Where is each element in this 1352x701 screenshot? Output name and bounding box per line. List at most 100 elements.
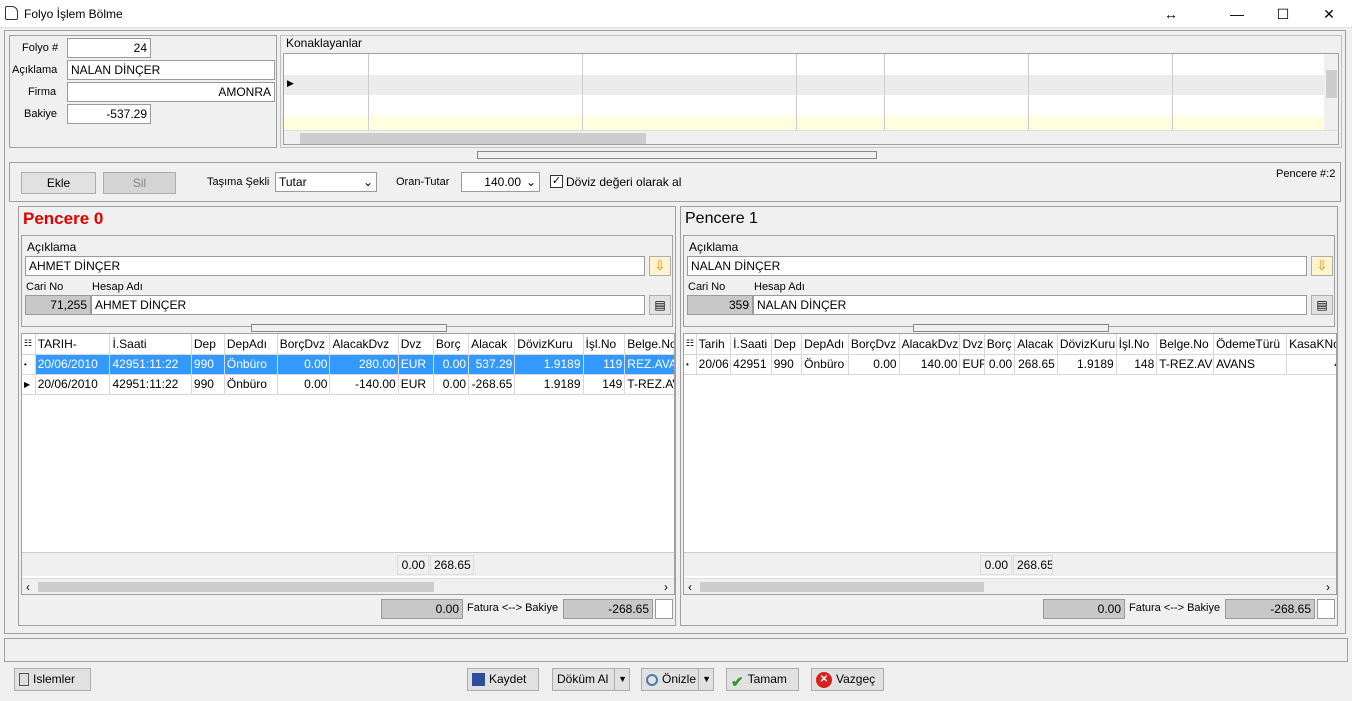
column-header[interactable]: İşl.No xyxy=(583,334,626,355)
sil-button[interactable]: Sil xyxy=(103,172,176,194)
right-aciklama-field[interactable]: NALAN DİNÇER xyxy=(687,256,1307,276)
minimize-button[interactable]: — xyxy=(1214,0,1260,28)
column-header[interactable]: DepAdı xyxy=(224,334,278,355)
left-hesap-field[interactable]: AHMET DİNÇER xyxy=(91,295,645,315)
table-cell[interactable]: 990 xyxy=(191,374,225,395)
doviz-checkbox[interactable]: ✓ xyxy=(550,175,563,188)
left-carino-field[interactable]: 71,255 xyxy=(25,295,91,315)
column-header[interactable]: Dep xyxy=(771,334,803,355)
column-header[interactable]: DepAdı xyxy=(801,334,849,355)
column-header[interactable]: Tarih xyxy=(696,334,732,355)
oran-select[interactable]: 140.00 ⌄ xyxy=(461,172,540,192)
table-cell[interactable]: 268.65 xyxy=(1014,354,1058,375)
column-header[interactable]: Dvz xyxy=(398,334,434,355)
bakiye-field[interactable]: -537.29 xyxy=(67,104,151,124)
vazgec-button[interactable]: ✕ Vazgeç xyxy=(811,668,884,691)
table-row[interactable]: •20/0642951990Önbüro0.00140.00EUR0.00268… xyxy=(684,354,1336,375)
table-cell[interactable]: 0.00 xyxy=(433,374,470,395)
folyo-field[interactable]: 24 xyxy=(67,38,151,58)
table-cell[interactable]: 0.00 xyxy=(433,354,470,375)
close-button[interactable]: ✕ xyxy=(1306,0,1352,28)
table-cell[interactable]: 1.9189 xyxy=(1057,354,1117,375)
right-carino-field[interactable]: 359 xyxy=(687,295,753,315)
column-header[interactable]: ÖdemeTürü xyxy=(1213,334,1288,355)
table-cell[interactable]: 42951:11:22 xyxy=(109,374,192,395)
chevron-right-icon[interactable]: › xyxy=(1326,580,1330,594)
left-aciklama-field[interactable]: AHMET DİNÇER xyxy=(25,256,645,276)
column-header[interactable]: BorçDvz xyxy=(277,334,331,355)
table-cell[interactable]: EUR xyxy=(959,354,985,375)
table-cell[interactable]: 1.9189 xyxy=(514,374,584,395)
table-cell[interactable]: EUR xyxy=(398,374,434,395)
column-header[interactable]: DövizKuru xyxy=(514,334,584,355)
right-splitter[interactable] xyxy=(913,324,1109,332)
column-header[interactable]: İ.Saati xyxy=(109,334,192,355)
column-header[interactable]: TARIH- xyxy=(35,334,111,355)
table-cell[interactable]: 42951:11:22 xyxy=(109,354,192,375)
right-lookup-icon[interactable]: ▤ xyxy=(1311,295,1333,315)
chevron-left-icon[interactable]: ‹ xyxy=(688,580,692,594)
table-cell[interactable]: 119 xyxy=(583,354,626,375)
table-cell[interactable]: 990 xyxy=(191,354,225,375)
column-header[interactable]: Borç xyxy=(984,334,1016,355)
tasima-select[interactable]: Tutar ⌄ xyxy=(275,172,377,192)
table-cell[interactable]: 42951 xyxy=(730,354,772,375)
column-header[interactable]: Dep xyxy=(191,334,225,355)
column-header[interactable]: AlacakDvz xyxy=(329,334,399,355)
column-header[interactable]: AlacakDvz xyxy=(899,334,961,355)
aciklama-field[interactable]: NALAN DİNÇER xyxy=(67,60,275,80)
grid-menu-icon[interactable]: ☷ xyxy=(684,334,697,355)
table-cell[interactable]: Önbüro xyxy=(224,374,278,395)
top-splitter[interactable] xyxy=(477,151,877,159)
table-cell[interactable]: Önbüro xyxy=(224,354,278,375)
table-cell[interactable]: 148 xyxy=(1116,354,1158,375)
table-cell[interactable]: -140.00 xyxy=(329,374,399,395)
left-lookup-icon[interactable]: ▤ xyxy=(649,295,671,315)
table-cell[interactable]: 280.00 xyxy=(329,354,399,375)
right-hscroll[interactable]: ‹ › xyxy=(684,578,1336,594)
column-header[interactable]: Dvz xyxy=(959,334,985,355)
table-cell[interactable]: 0.00 xyxy=(277,354,331,375)
right-arrow-down-icon[interactable]: ⇩ xyxy=(1311,256,1333,276)
table-cell[interactable]: 20/06/2010 xyxy=(35,374,111,395)
konak-vscroll[interactable] xyxy=(1324,54,1338,130)
table-cell[interactable]: 0.00 xyxy=(277,374,331,395)
column-header[interactable]: Belge.No xyxy=(624,334,674,355)
maximize-button[interactable]: ☐ xyxy=(1260,0,1306,28)
table-cell[interactable]: 20/06/2010 xyxy=(35,354,111,375)
konaklayanlar-grid[interactable]: ▶ xyxy=(283,53,1339,145)
table-cell[interactable]: EUR xyxy=(398,354,434,375)
column-header[interactable]: Borç xyxy=(433,334,470,355)
column-header[interactable]: Belge.No xyxy=(1156,334,1215,355)
firma-field[interactable]: AMONRA xyxy=(67,82,275,102)
table-cell[interactable]: 990 xyxy=(771,354,803,375)
dropdown-arrow-icon[interactable]: ▼ xyxy=(614,669,627,690)
left-splitter[interactable] xyxy=(251,324,447,332)
column-header[interactable]: DövizKuru xyxy=(1057,334,1117,355)
table-cell[interactable]: Önbüro xyxy=(801,354,849,375)
konak-hscroll[interactable] xyxy=(284,130,1338,144)
table-cell[interactable]: T-REZ.AVANS:10 xyxy=(624,374,674,395)
table-cell[interactable]: 20/06 xyxy=(696,354,732,375)
table-row[interactable]: ▶ 20/06/2010 42951:11:22 990 Önbüro 0.00 -140.… xyxy=(22,374,674,395)
table-cell[interactable]: REZ.AVANS:100 xyxy=(624,354,674,375)
column-header[interactable]: İ.Saati xyxy=(730,334,772,355)
chevron-left-icon[interactable]: ‹ xyxy=(26,580,30,594)
table-cell[interactable]: 0.00 xyxy=(848,354,900,375)
right-grid[interactable]: ☷ Tarih İ.Saati Dep DepAdı BorçDvz AlacakDvz Dv… xyxy=(683,333,1337,595)
table-row[interactable]: • 20/06/2010 42951:11:22 990 Önbüro 0.00 280.0… xyxy=(22,354,674,375)
kaydet-button[interactable]: Kaydet xyxy=(467,668,539,691)
left-hscroll[interactable]: ‹ › xyxy=(22,578,674,594)
left-arrow-down-icon[interactable]: ⇩ xyxy=(649,256,671,276)
right-hesap-field[interactable]: NALAN DİNÇER xyxy=(753,295,1307,315)
column-header[interactable]: Alacak xyxy=(1014,334,1058,355)
column-header[interactable]: Alacak xyxy=(468,334,516,355)
ekle-button[interactable]: Ekle xyxy=(21,172,96,194)
table-cell[interactable]: T-REZ.AV xyxy=(1156,354,1215,375)
chevron-right-icon[interactable]: › xyxy=(664,580,668,594)
table-cell[interactable]: 1.9189 xyxy=(514,354,584,375)
table-cell[interactable]: 149 xyxy=(583,374,626,395)
column-header[interactable]: KasaKNo xyxy=(1286,334,1336,355)
table-cell[interactable]: 537.29 xyxy=(468,354,516,375)
resize-icon[interactable]: ↔ xyxy=(1148,0,1194,28)
